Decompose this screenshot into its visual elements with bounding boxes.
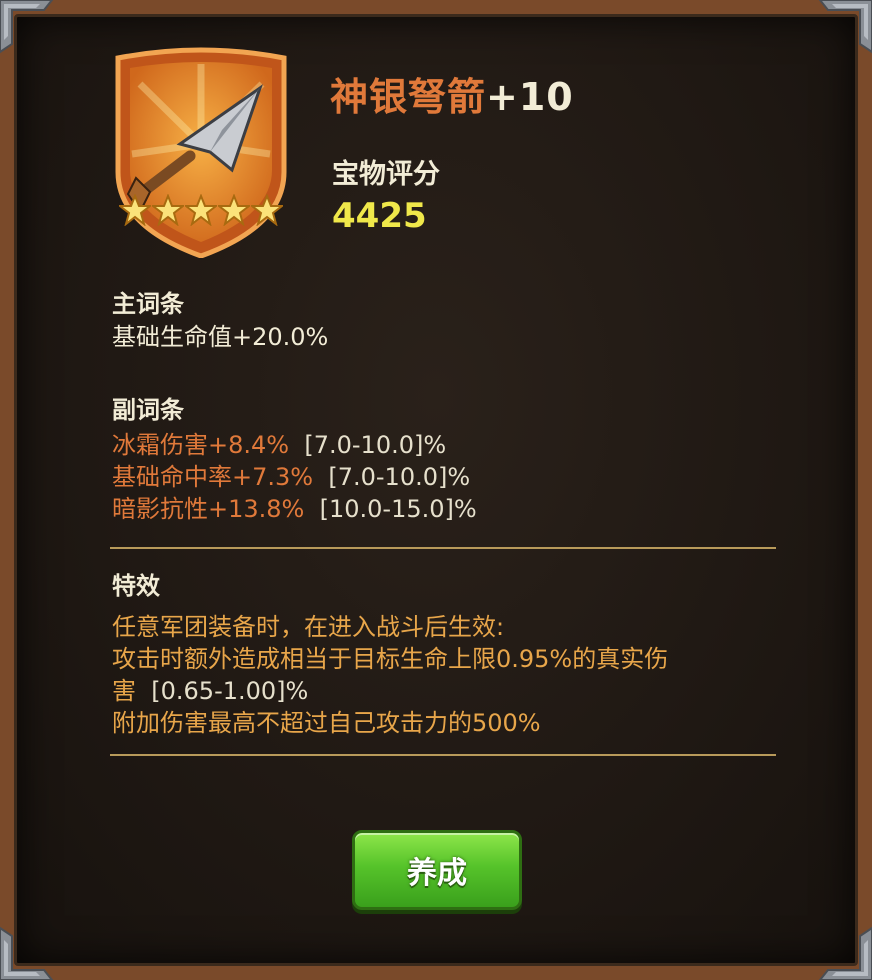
corner-ornament (0, 926, 55, 980)
sub-stat-row: 冰霜伤害+8.4% [7.0-10.0]% (112, 429, 477, 461)
corner-ornament (0, 0, 54, 54)
effect-line: 害 [0.65-1.00]% (112, 675, 792, 707)
star-icon (218, 194, 250, 226)
item-title: 神银弩箭+10 (330, 66, 574, 121)
popup-frame: 神银弩箭+10 宝物评分 4425 主词条 基础生命值+20.0% 副词条 冰霜… (0, 0, 872, 980)
item-level: +10 (486, 75, 574, 119)
main-stat-line: 基础生命值+20.0% (112, 323, 329, 351)
sub-stat-row: 暗影抗性+13.8% [10.0-15.0]% (112, 493, 477, 525)
star-rating (118, 190, 284, 234)
star-icon (152, 194, 184, 226)
sub-stat-range: [7.0-10.0]% (328, 463, 471, 491)
develop-button[interactable]: 养成 (352, 830, 522, 910)
sub-stat-value: 基础命中率+7.3% (112, 463, 314, 491)
sub-stat-value: 冰霜伤害+8.4% (112, 431, 290, 459)
corner-ornament (817, 0, 872, 54)
rating-label: 宝物评分 (332, 159, 440, 190)
star-icon (185, 194, 217, 226)
effect-range: [0.65-1.00]% (151, 677, 309, 705)
sub-stat-value: 暗影抗性+13.8% (112, 495, 305, 523)
rating-value: 4425 (332, 196, 427, 236)
star-icon (251, 194, 283, 226)
item-name: 神银弩箭 (330, 75, 487, 119)
sub-stat-range: [10.0-15.0]% (319, 495, 477, 523)
star-icon (119, 194, 151, 226)
sub-stat-heading: 副词条 (112, 396, 184, 424)
effect-line: 附加伤害最高不超过自己攻击力的500% (112, 709, 541, 737)
divider (110, 547, 776, 549)
sub-stat-section: 副词条 冰霜伤害+8.4% [7.0-10.0]% 基础命中率+7.3% [7.… (112, 390, 477, 525)
divider (110, 754, 776, 756)
sub-stat-row: 基础命中率+7.3% [7.0-10.0]% (112, 461, 477, 493)
effect-heading: 特效 (112, 572, 160, 600)
sub-stat-range: [7.0-10.0]% (304, 431, 447, 459)
main-stat-heading: 主词条 (112, 290, 184, 318)
effect-line: 任意军团装备时，在进入战斗后生效: (112, 613, 505, 641)
effect-text: 害 (112, 677, 136, 705)
effect-section: 特效 任意军团装备时，在进入战斗后生效: 攻击时额外造成相当于目标生命上限0.9… (112, 566, 792, 739)
main-stat-section: 主词条 基础生命值+20.0% (112, 284, 328, 353)
corner-ornament (817, 926, 872, 980)
effect-line: 攻击时额外造成相当于目标生命上限0.95%的真实伤 (112, 645, 669, 673)
